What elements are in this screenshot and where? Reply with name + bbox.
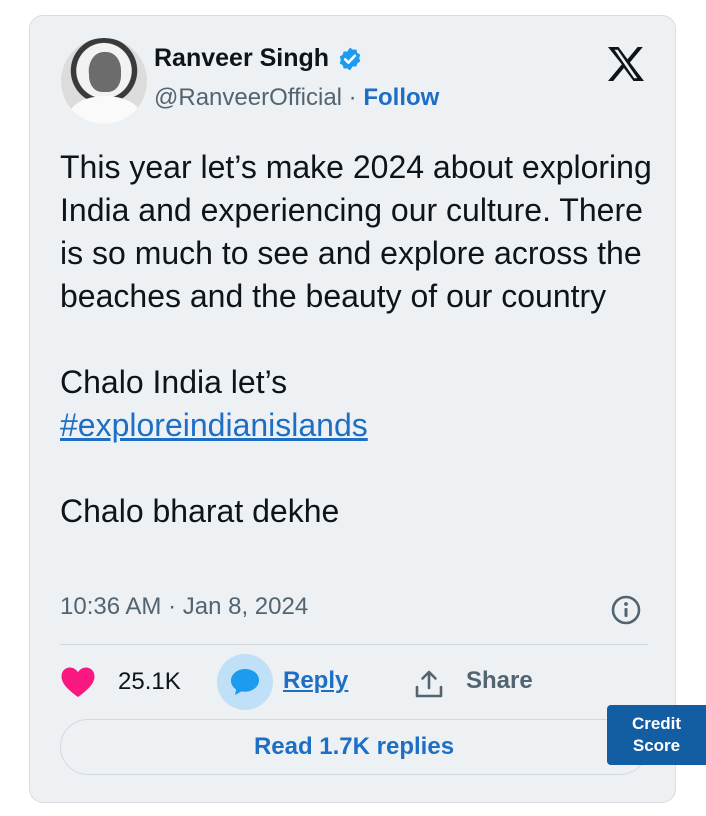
verified-badge-icon	[339, 47, 361, 70]
avatar-face	[89, 52, 121, 92]
share-button[interactable]: Share	[466, 667, 533, 695]
author-name-row: Ranveer Singh	[154, 44, 363, 73]
info-icon[interactable]	[610, 594, 642, 626]
author-handle-row: @RanveerOfficial · Follow	[154, 84, 439, 112]
tweet-closing-line: Chalo bharat dekhe	[60, 493, 340, 529]
tweet-timestamp[interactable]: 10:36 AM · Jan 8, 2024	[60, 593, 308, 621]
read-replies-button[interactable]: Read 1.7K replies	[60, 719, 648, 775]
speech-bubble-icon	[231, 669, 259, 695]
like-button[interactable]: 25.1K	[60, 666, 181, 698]
handle-separator: ·	[348, 84, 357, 111]
tweet-line-chalo-india: Chalo India let’s	[60, 364, 288, 400]
author-handle[interactable]: @RanveerOfficial	[154, 84, 342, 111]
share-icon[interactable]	[414, 668, 444, 700]
like-count: 25.1K	[118, 668, 181, 695]
tweet-text: This year let’s make 2024 about explorin…	[60, 146, 660, 533]
follow-button[interactable]: Follow	[363, 84, 439, 111]
reply-button[interactable]	[217, 654, 273, 710]
avatar[interactable]	[61, 38, 147, 124]
hashtag-link[interactable]: #exploreindianislands	[60, 407, 368, 443]
divider	[60, 644, 648, 645]
author-name[interactable]: Ranveer Singh	[154, 44, 329, 73]
heart-icon	[61, 667, 95, 697]
credit-widget-line2: Score	[632, 736, 681, 755]
reply-link[interactable]: Reply	[283, 667, 348, 695]
tweet-paragraph: This year let’s make 2024 about explorin…	[60, 149, 652, 314]
credit-score-widget[interactable]: Credit Score	[607, 705, 706, 765]
avatar-shoulders	[69, 96, 141, 124]
x-logo-icon[interactable]	[606, 46, 646, 82]
tweet-embed-card: Ranveer Singh @RanveerOfficial · Follow …	[29, 15, 676, 803]
tweet-actions: 25.1K Reply Share	[60, 654, 660, 716]
credit-widget-line1: Credit	[631, 714, 682, 733]
